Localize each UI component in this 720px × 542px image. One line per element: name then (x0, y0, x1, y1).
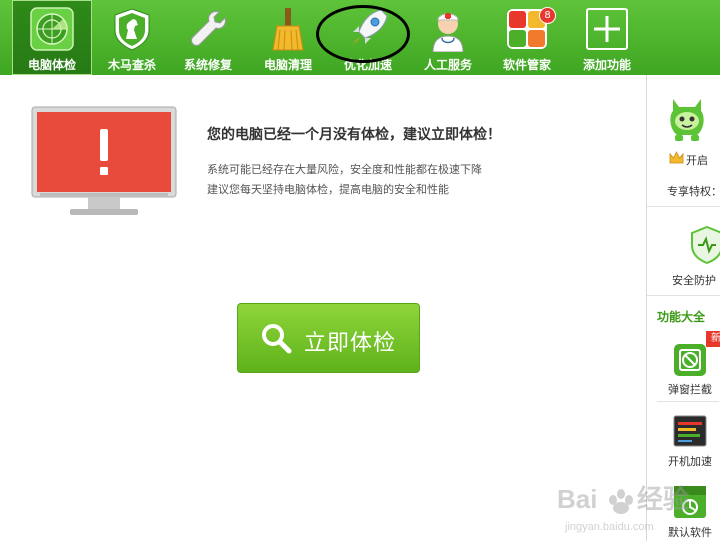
tab-manual-service[interactable]: 人工服务 (408, 0, 488, 75)
tab-label: 电脑清理 (263, 58, 312, 72)
wrench-icon (191, 11, 226, 46)
rocket-icon (351, 9, 388, 46)
monitor-alert-icon (31, 106, 177, 215)
tab-label: 系统修复 (183, 58, 232, 72)
tab-add-feature[interactable]: 添加功能 (567, 0, 647, 75)
sidebar-item-default-software[interactable]: 默认软件 (668, 524, 712, 540)
popup-block-icon (674, 344, 706, 376)
new-tag: 新 (706, 331, 720, 347)
tab-label: 人工服务 (423, 58, 472, 72)
advice-description: 建议您每天坚持电脑体检，提高电脑的安全和性能 (207, 183, 449, 196)
right-sidebar: 开启 专享特权： 安全防护 功能大全 新 弹窗拦截 开机加速 默认软件 (646, 75, 720, 541)
mascot-icon (670, 99, 704, 141)
tab-label: 木马查杀 (107, 58, 156, 72)
tab-label: 添加功能 (582, 58, 631, 72)
risk-description: 系统可能已经存在大量风险，安全度和性能都在极速下降 (207, 163, 482, 176)
radar-icon (30, 7, 74, 51)
crown-icon (669, 151, 684, 164)
tab-computer-cleanup[interactable]: 电脑清理 (248, 0, 328, 75)
divider (647, 295, 720, 296)
horse-shield-icon (114, 8, 150, 51)
doctor-icon (432, 13, 464, 52)
top-toolbar: 电脑体检 木马查杀 系统修复 电脑清理 优化加速 人工服务 软件管家 添加功能 … (0, 0, 720, 75)
plus-icon (586, 8, 628, 50)
tab-optimize-speedup[interactable]: 优化加速 (328, 0, 408, 75)
sidebar-item-boot-speedup[interactable]: 开机加速 (668, 453, 712, 469)
tab-label: 电脑体检 (27, 58, 76, 72)
checkup-headline: 您的电脑已经一个月没有体检，建议立即体检！ (207, 127, 501, 143)
boot-speed-icon (673, 415, 707, 447)
start-checkup-button[interactable]: 立即体检 (237, 303, 420, 373)
broom-icon (272, 8, 304, 51)
tab-label: 优化加速 (343, 58, 392, 72)
tab-computer-checkup[interactable]: 电脑体检 (12, 0, 92, 75)
privilege-label: 专享特权： (667, 185, 720, 198)
default-software-icon (674, 486, 706, 518)
divider (647, 206, 720, 207)
tab-label: 软件管家 (502, 58, 551, 72)
notification-badge: 8 (539, 7, 556, 24)
sidebar-item-popup-block[interactable]: 弹窗拦截 (668, 381, 712, 397)
shield-icon (691, 225, 720, 265)
feature-section-title: 功能大全 (657, 310, 706, 324)
tab-system-repair[interactable]: 系统修复 (168, 0, 248, 75)
start-checkup-label: 立即体检 (304, 331, 397, 356)
enable-link[interactable]: 开启 (686, 152, 708, 168)
divider (657, 401, 719, 402)
tab-trojan-scan[interactable]: 木马查杀 (92, 0, 172, 75)
search-icon (262, 324, 292, 354)
checkup-panel: 您的电脑已经一个月没有体检，建议立即体检！ 系统可能已经存在大量风险，安全度和性… (0, 75, 646, 541)
security-protection-link[interactable]: 安全防护 (672, 272, 716, 288)
